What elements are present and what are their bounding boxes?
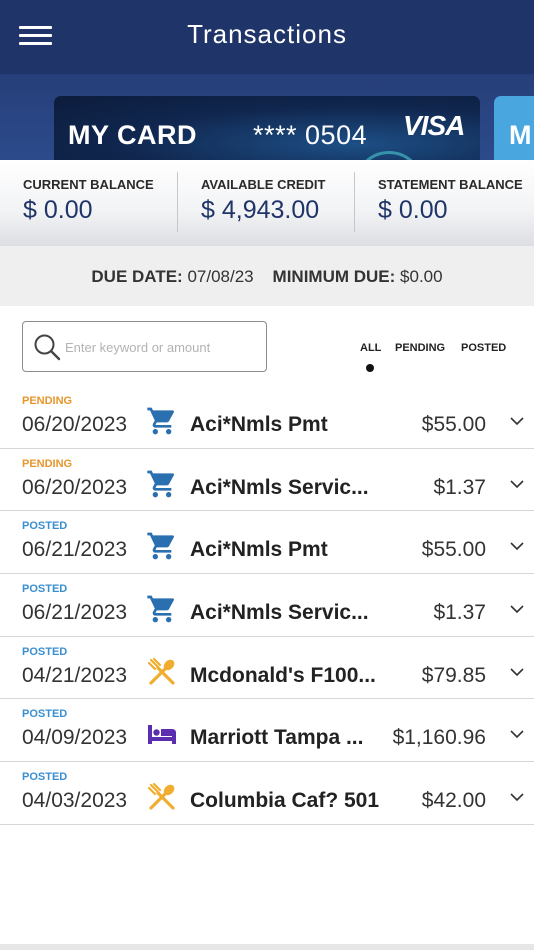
transaction-row[interactable]: POSTED 04/09/2023 Marriott Tampa ... $1,… [0,699,534,763]
transaction-merchant: Columbia Caf? 501 [190,789,380,813]
chevron-down-icon[interactable] [509,541,525,551]
transaction-date: 06/21/2023 [22,601,128,625]
transaction-merchant: Mcdonald's F100... [190,663,376,687]
transaction-date: 04/21/2023 [22,663,128,687]
transaction-row[interactable]: POSTED 06/21/2023 Aci*Nmls Servic... $1.… [0,574,534,637]
selected-card[interactable]: MY CARD **** 0504 VISA [54,96,480,160]
transaction-merchant: Marriott Tampa ... [190,726,364,750]
chevron-down-icon[interactable] [509,792,525,802]
transaction-amount: $42.00 [421,789,486,813]
chevron-down-icon[interactable] [509,667,525,677]
chevron-down-icon[interactable] [509,416,525,426]
transaction-status: PENDING [22,457,73,470]
minimum-due-value: $0.00 [400,267,443,286]
chevron-down-icon[interactable] [509,729,525,739]
transaction-amount: $79.85 [421,663,486,687]
due-date-label: DUE DATE: [91,267,183,286]
transaction-row[interactable]: POSTED 04/03/2023 Columbia Caf? 501 $42.… [0,762,534,825]
card-decoration [354,151,424,160]
shopping-cart-icon [147,595,175,623]
transaction-date: 06/21/2023 [22,538,128,562]
next-card-label: M [509,120,532,150]
search-icon [34,334,61,361]
due-summary: DUE DATE: 07/08/23 MINIMUM DUE: $0.00 [0,246,534,306]
transaction-amount: $1.37 [433,601,486,625]
active-tab-indicator [366,364,374,372]
tab-posted[interactable]: POSTED [461,342,506,354]
visa-logo: VISA [403,110,465,141]
current-balance-value: $ 0.00 [23,196,93,224]
transaction-amount: $55.00 [421,413,486,436]
available-credit-label: AVAILABLE CREDIT [201,177,326,192]
bottom-divider [0,944,534,950]
transaction-amount: $55.00 [421,538,486,562]
transaction-amount: $1,160.96 [392,726,486,750]
transaction-date: 06/20/2023 [22,413,128,436]
minimum-due-label: MINIMUM DUE: [272,267,396,286]
transaction-merchant: Aci*Nmls Servic... [190,601,369,625]
transaction-status: POSTED [22,520,68,533]
tab-all[interactable]: ALL [360,342,381,354]
transaction-status: PENDING [22,395,73,407]
page-title: Transactions [187,19,347,49]
search-box[interactable] [22,321,267,372]
due-date-value: 07/08/23 [187,267,254,286]
shopping-cart-icon [147,533,175,560]
current-balance-label: CURRENT BALANCE [23,177,154,192]
transaction-amount: $1.37 [433,475,486,499]
transaction-status: POSTED [22,771,68,784]
transaction-row[interactable]: POSTED 04/21/2023 Mcdonald's F100... $79… [0,637,534,700]
transaction-date: 04/03/2023 [22,789,128,813]
transaction-row[interactable]: PENDING 06/20/2023 Aci*Nmls Servic... $1… [0,449,534,512]
balance-summary: CURRENT BALANCE $ 0.00 AVAILABLE CREDIT … [0,160,534,246]
hotel-bed-icon [148,725,176,745]
transaction-merchant: Aci*Nmls Servic... [190,475,369,499]
transaction-list: PENDING 06/20/2023 Aci*Nmls Pmt $55.00 P… [0,386,534,825]
dining-utensils-icon [147,657,175,685]
transaction-status: POSTED [22,645,68,658]
transaction-row[interactable]: PENDING 06/20/2023 Aci*Nmls Pmt $55.00 [0,386,534,449]
chevron-down-icon[interactable] [509,604,525,614]
dining-utensils-icon [147,783,175,810]
chevron-down-icon[interactable] [509,479,525,489]
shopping-cart-icon [147,407,175,435]
transaction-date: 06/20/2023 [22,475,128,499]
divider [177,172,178,232]
statement-balance-label: STATEMENT BALANCE [378,177,523,192]
transaction-status: POSTED [22,708,68,721]
divider [354,172,355,232]
tab-pending[interactable]: PENDING [395,342,445,354]
due-text: DUE DATE: 07/08/23 MINIMUM DUE: $0.00 [0,267,534,287]
card-name: MY CARD [68,120,198,150]
shopping-cart-icon [147,470,175,498]
app-header: Transactions [0,0,534,74]
next-card[interactable]: M [494,96,534,160]
transaction-row[interactable]: POSTED 06/21/2023 Aci*Nmls Pmt $55.00 [0,511,534,575]
transaction-status: POSTED [22,583,68,596]
available-credit-value: $ 4,943.00 [201,196,320,224]
card-number: **** 0504 [253,120,368,150]
search-input[interactable] [65,333,261,361]
transaction-date: 04/09/2023 [22,726,128,750]
statement-balance-value: $ 0.00 [378,196,448,224]
card-carousel[interactable]: MY CARD **** 0504 VISA M [0,74,534,160]
transaction-merchant: Aci*Nmls Pmt [190,538,328,562]
transaction-merchant: Aci*Nmls Pmt [190,413,328,436]
